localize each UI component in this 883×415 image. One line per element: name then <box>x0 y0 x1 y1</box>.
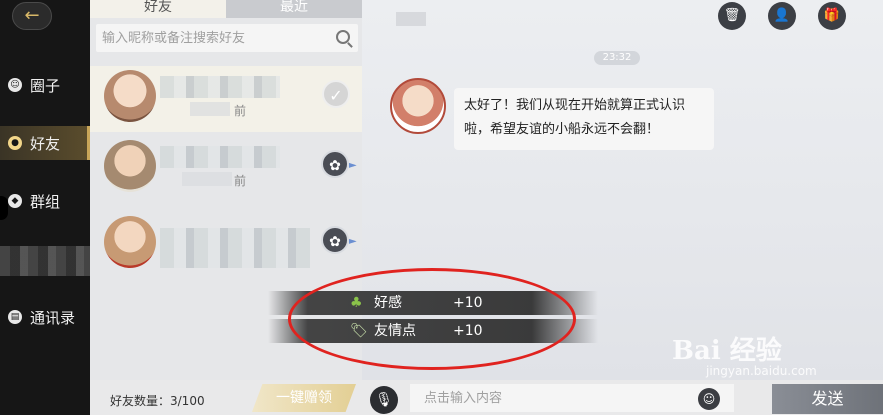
blurred-time <box>182 172 232 186</box>
avatar[interactable] <box>390 78 446 134</box>
watermark-logo: Bai 经验 <box>672 336 782 366</box>
nav-item-label: 圈子 <box>30 76 61 95</box>
message-input[interactable] <box>410 384 734 412</box>
back-arrow-icon[interactable]: ← <box>12 2 52 30</box>
message-timestamp: 23:32 <box>594 51 640 65</box>
message-bubble: 太好了！我们从现在开始就算正式认识啦，希望友谊的小船永远不会翻！ <box>454 88 714 150</box>
microphone-icon[interactable]: 🎙 <box>370 386 398 414</box>
friend-row[interactable]: 前 ✓ <box>90 66 362 132</box>
blurred-name <box>160 146 280 168</box>
avatar <box>104 216 156 268</box>
highlight-circle <box>288 268 576 370</box>
gift-all-button[interactable]: 一键赠领 <box>252 384 356 412</box>
blurred-name <box>160 76 280 98</box>
friend-count: 好友数量：3/100 <box>110 394 205 408</box>
search-icon[interactable] <box>336 30 350 44</box>
nav-item-circle[interactable]: ☺ 圈子 <box>0 68 90 102</box>
group-icon: ◆ <box>8 194 22 208</box>
send-gift-icon[interactable]: ✿ <box>321 226 349 254</box>
last-seen-text: 前 <box>234 104 247 118</box>
search-input[interactable] <box>96 24 326 52</box>
friend-row[interactable]: ✿ ► <box>90 212 362 278</box>
check-icon: ✓ <box>322 80 350 108</box>
friends-footer: 好友数量：3/100 一键赠领 <box>90 380 362 415</box>
avatar <box>104 70 156 122</box>
nav-item-label: 群组 <box>30 192 61 211</box>
watermark-url: jingyan.baidu.com <box>706 364 817 378</box>
user-icon: ● <box>8 136 22 150</box>
last-seen-text: 前 <box>234 174 247 188</box>
gift-icon[interactable]: 🎁 <box>818 2 846 30</box>
nav-item-groups[interactable]: ◆ 群组 <box>0 184 90 218</box>
smile-icon: ☺ <box>8 78 22 92</box>
emoji-icon[interactable]: ☺ <box>698 388 720 410</box>
nav-item-friends[interactable]: ● 好友 <box>0 126 90 160</box>
friends-tabs: 好友 最近 <box>90 0 362 18</box>
chat-input-bar: 🎙 ☺ 发送 <box>362 380 883 415</box>
arrow-icon: ► <box>349 236 357 247</box>
search-box <box>96 24 358 52</box>
contacts-icon: ▤ <box>8 310 22 324</box>
blurred-time <box>190 102 230 116</box>
blurred-chat-title <box>396 12 426 26</box>
send-gift-icon[interactable]: ✿ <box>321 150 349 178</box>
tab-friends[interactable]: 好友 <box>90 0 226 18</box>
nav-item-contacts[interactable]: ▤ 通讯录 <box>0 300 90 334</box>
friend-row[interactable]: 前 ✿ ► <box>90 136 362 202</box>
side-nav: ← ☺ 圈子 ● 好友 ◆ 群组 ▤ 通讯录 <box>0 0 90 415</box>
avatar <box>104 140 156 192</box>
trash-icon[interactable]: 🗑 <box>718 2 746 30</box>
nav-item-label: 通讯录 <box>30 308 76 327</box>
send-button[interactable]: 发送 <box>772 384 883 414</box>
blurred-nav-item <box>0 246 90 276</box>
tab-recent[interactable]: 最近 <box>226 0 362 18</box>
profile-icon[interactable]: 👤 <box>768 2 796 30</box>
friends-panel: 好友 最近 前 ✓ 前 ✿ ► ✿ ► 好友数量：3/100 一键赠领 <box>90 0 362 415</box>
nav-item-label: 好友 <box>30 134 61 153</box>
blurred-name <box>160 228 310 268</box>
arrow-icon: ► <box>349 160 357 171</box>
